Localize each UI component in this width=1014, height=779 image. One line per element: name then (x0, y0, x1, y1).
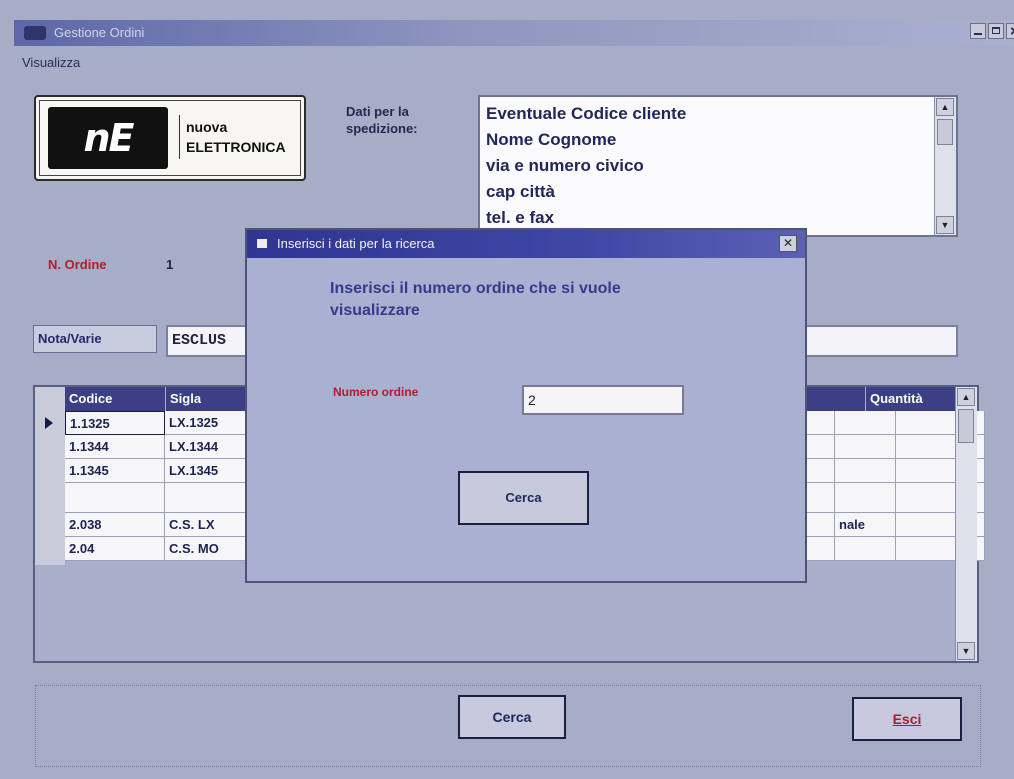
shipping-address-box[interactable]: Eventuale Codice cliente Nome Cognome vi… (478, 95, 958, 237)
dialog-title: Inserisci i dati per la ricerca (277, 236, 435, 251)
close-window-button[interactable] (1006, 23, 1014, 39)
dialog-icon (257, 239, 267, 248)
cell-descr[interactable] (835, 435, 896, 459)
scroll-up-arrow[interactable]: ▲ (936, 98, 954, 116)
notes-label: Nota/Varie (33, 325, 157, 353)
row-selector-column (35, 387, 65, 565)
dialog-close-icon[interactable]: ✕ (779, 235, 797, 252)
cell-descr[interactable]: nale (835, 513, 896, 537)
company-logo: nE nuova ELETTRONICA (34, 95, 306, 181)
cell-codice[interactable]: 2.038 (65, 513, 165, 537)
dialog-search-button[interactable]: Cerca (458, 471, 589, 525)
cell-codice[interactable]: 1.1345 (65, 459, 165, 483)
scroll-up-arrow[interactable]: ▲ (957, 388, 975, 406)
maximize-button[interactable] (988, 23, 1004, 39)
menu-visualizza[interactable]: Visualizza (22, 55, 80, 70)
cell-codice[interactable]: 2.04 (65, 537, 165, 561)
scroll-down-arrow[interactable]: ▼ (957, 642, 975, 660)
cell-descr[interactable] (835, 411, 896, 435)
cell-descr[interactable] (835, 537, 896, 561)
shipping-line: Nome Cognome (486, 130, 617, 149)
cell-descr[interactable] (835, 459, 896, 483)
search-button[interactable]: Cerca (458, 695, 566, 739)
logo-brand-line2: ELETTRONICA (186, 139, 286, 155)
logo-divider (179, 115, 180, 159)
search-dialog: Inserisci i dati per la ricerca ✕ Inseri… (245, 228, 807, 583)
dialog-prompt: Inserisci il numero ordine che si vuole … (330, 280, 621, 319)
app-icon (24, 26, 46, 40)
column-header-blank[interactable] (805, 387, 865, 411)
cell-descr[interactable] (835, 483, 896, 513)
shipping-label: Dati per la spedizione: (346, 104, 418, 136)
logo-brand: nuova ELETTRONICA (186, 117, 286, 157)
column-header-codice[interactable]: Codice (65, 387, 165, 411)
shipping-line: Eventuale Codice cliente (486, 104, 687, 123)
title-bar[interactable]: Gestione Ordini (14, 20, 1014, 46)
menu-bar: Visualizza (22, 55, 80, 70)
scroll-down-arrow[interactable]: ▼ (936, 216, 954, 234)
dialog-title-bar[interactable]: Inserisci i dati per la ricerca ✕ (247, 230, 805, 258)
logo-brand-line1: nuova (186, 119, 228, 135)
current-row-pointer-icon (45, 417, 53, 429)
shipping-line: via e numero civico (486, 156, 644, 175)
column-header-quantita[interactable]: Quantità (866, 387, 955, 411)
scroll-thumb[interactable] (958, 409, 974, 443)
logo-mark: nE (48, 107, 168, 169)
grid-scrollbar[interactable]: ▲ ▼ (955, 387, 977, 661)
cell-codice[interactable] (65, 483, 165, 513)
order-number-input[interactable]: 2 (522, 385, 684, 415)
exit-button[interactable]: Esci (852, 697, 962, 741)
cell-codice[interactable]: 1.1344 (65, 435, 165, 459)
minimize-button[interactable] (970, 23, 986, 39)
shipping-line: cap città (486, 182, 555, 201)
cell-codice[interactable]: 1.1325 (65, 411, 165, 435)
shipping-lines: Eventuale Codice cliente Nome Cognome vi… (486, 101, 686, 231)
main-window: Gestione Ordini Visualizza nE nuova ELET… (0, 0, 1014, 779)
order-number-label: N. Ordine (48, 257, 107, 272)
order-number-value: 1 (166, 257, 174, 272)
order-number-field-label: Numero ordine (333, 385, 419, 399)
address-scrollbar[interactable]: ▲ ▼ (934, 97, 956, 235)
window-title: Gestione Ordini (54, 25, 145, 40)
column-header-sigla[interactable]: Sigla (166, 387, 246, 411)
scroll-thumb[interactable] (937, 119, 953, 145)
